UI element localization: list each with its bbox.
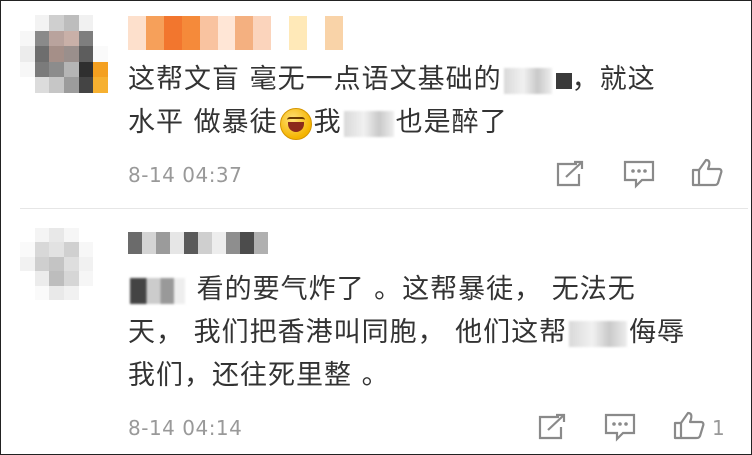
comment-text-segment: 这帮文盲 毫无一点语文基础的	[128, 64, 502, 95]
redacted-text	[503, 67, 552, 94]
avatar[interactable]	[20, 228, 108, 300]
redacted-mark	[555, 72, 572, 89]
comment-text-segment: 看的要气炸了 。这帮暴徒， 无法无	[187, 274, 636, 305]
share-icon[interactable]	[553, 159, 587, 189]
comment-text-segment: 侮辱	[629, 317, 686, 348]
laughing-emoji-icon	[279, 107, 312, 140]
comment-icon[interactable]	[622, 159, 656, 189]
thumbs-up-icon[interactable]	[690, 157, 724, 187]
redacted-text	[130, 277, 185, 304]
thumbs-up-icon[interactable]	[672, 410, 706, 440]
comment-text-segment: ，就这	[571, 64, 656, 95]
redacted-text	[343, 110, 394, 137]
comment-text-segment: 也是醉了	[395, 107, 508, 138]
comment-timestamp: 8-14 04:14	[128, 416, 243, 440]
comment-text-segment: 我	[313, 107, 342, 138]
comment-icon[interactable]	[603, 412, 637, 442]
like-count: 1	[712, 416, 725, 440]
avatar[interactable]	[20, 15, 108, 93]
comment-text-segment: 天， 我们把香港叫同胞， 他们这帮	[128, 317, 568, 348]
username[interactable]	[128, 232, 268, 254]
comment-timestamp: 8-14 04:37	[128, 163, 243, 187]
share-icon[interactable]	[535, 412, 569, 442]
username[interactable]	[128, 16, 343, 50]
comment-text: 看的要气炸了 。这帮暴徒， 无法无 天， 我们把香港叫同胞， 他们这帮 侮辱 我们…	[128, 268, 685, 397]
redacted-text	[569, 320, 628, 347]
comment-text: 这帮文盲 毫无一点语文基础的 ，就这 水平 做暴徒 我 也是醉了	[128, 58, 656, 144]
comment-text-segment: 水平 做暴徒	[128, 107, 278, 138]
comment-text-segment: 我们，还往死里整 。	[128, 360, 390, 391]
